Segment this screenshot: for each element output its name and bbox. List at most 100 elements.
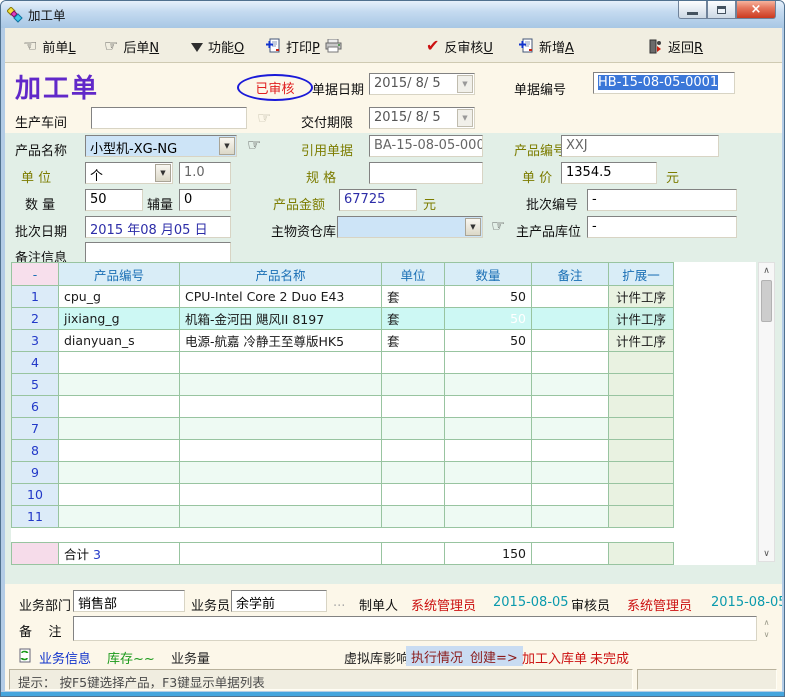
table-cell[interactable]: 电源-航嘉 冷静王至尊版HK5 [180, 330, 382, 352]
table-cell[interactable] [180, 462, 382, 484]
row-number[interactable]: 7 [12, 418, 59, 440]
table-cell[interactable] [532, 396, 609, 418]
table-cell[interactable]: 计件工序 [609, 330, 674, 352]
row-number[interactable]: 11 [12, 506, 59, 528]
table-cell[interactable] [532, 352, 609, 374]
table-cell[interactable] [59, 352, 180, 374]
table-cell[interactable] [609, 352, 674, 374]
deliver-date-combo[interactable]: 2015/ 8/ 5▼ [369, 107, 475, 129]
batch-no-input[interactable]: - [587, 189, 737, 211]
row-number[interactable]: 2 [12, 308, 59, 330]
table-cell[interactable]: CPU-Intel Core 2 Duo E43 [180, 286, 382, 308]
table-cell[interactable] [382, 418, 445, 440]
table-cell[interactable] [445, 462, 532, 484]
row-number[interactable]: 10 [12, 484, 59, 506]
table-cell[interactable] [532, 462, 609, 484]
chevron-down-icon[interactable]: ▼ [457, 109, 473, 127]
table-cell[interactable]: cpu_g [59, 286, 180, 308]
close-button[interactable]: × [736, 1, 776, 19]
table-cell[interactable] [382, 396, 445, 418]
ref-doc-input[interactable]: BA-15-08-05-0001 [369, 135, 483, 157]
scrollbar-thumb[interactable] [761, 280, 772, 322]
table-cell[interactable]: 套 [382, 308, 445, 330]
next-doc-button[interactable]: ☞ 后单N [104, 35, 159, 57]
table-cell[interactable] [59, 440, 180, 462]
exec-status-button[interactable]: 执行情况 [406, 646, 468, 666]
table-cell[interactable]: 50 [445, 330, 532, 352]
row-number[interactable]: 6 [12, 396, 59, 418]
hand-picker-icon[interactable]: ☞ [247, 137, 261, 153]
table-cell[interactable] [180, 374, 382, 396]
table-cell[interactable] [59, 462, 180, 484]
product-name-combo[interactable]: 小型机-XG-NG▼ [85, 135, 237, 157]
table-cell[interactable] [532, 286, 609, 308]
table-cell[interactable] [180, 352, 382, 374]
return-button[interactable]: 返回R [649, 35, 703, 57]
scroll-down-icon[interactable]: ∨ [764, 630, 770, 639]
batch-date-input[interactable]: 2015 年08 月05 日 [85, 216, 231, 238]
table-cell[interactable]: 套 [382, 330, 445, 352]
table-cell[interactable] [59, 506, 180, 528]
amount-input[interactable]: 67725 [339, 189, 417, 211]
qty-input[interactable]: 50 [85, 189, 143, 211]
table-cell[interactable] [609, 462, 674, 484]
table-cell[interactable] [180, 440, 382, 462]
workshop-input[interactable] [91, 107, 247, 129]
chevron-down-icon[interactable]: ▼ [155, 164, 171, 182]
table-cell[interactable] [609, 484, 674, 506]
titlebar[interactable]: 加工单 × [1, 1, 784, 28]
table-cell[interactable] [532, 308, 609, 330]
table-cell-selected[interactable]: 50 [445, 308, 532, 330]
table-cell[interactable] [609, 506, 674, 528]
unit-factor-input[interactable]: 1.0 [179, 162, 231, 184]
table-cell[interactable] [445, 374, 532, 396]
row-number[interactable]: 5 [12, 374, 59, 396]
price-input[interactable]: 1354.5 [561, 162, 657, 184]
table-cell[interactable] [180, 418, 382, 440]
header-cell[interactable]: - [12, 263, 59, 286]
aux-qty-input[interactable]: 0 [179, 189, 231, 211]
header-cell[interactable]: 数量 [445, 263, 532, 286]
table-cell[interactable] [532, 374, 609, 396]
table-cell[interactable]: dianyuan_s [59, 330, 180, 352]
table-cell[interactable]: 50 [445, 286, 532, 308]
table-cell[interactable] [532, 506, 609, 528]
table-cell[interactable] [532, 330, 609, 352]
table-cell[interactable] [532, 418, 609, 440]
header-cell[interactable]: 备注 [532, 263, 609, 286]
warehouse-combo[interactable]: ▼ [337, 216, 483, 238]
functions-button[interactable]: 功能O [191, 35, 244, 57]
doc-no-input[interactable]: HB-15-08-05-0001 [593, 72, 735, 94]
table-cell[interactable] [445, 396, 532, 418]
table-cell[interactable] [445, 352, 532, 374]
table-cell[interactable] [382, 352, 445, 374]
product-code-input[interactable]: XXJ [561, 135, 719, 157]
chevron-down-icon[interactable]: ▼ [457, 75, 473, 93]
note-scrollbar[interactable]: ∧∨ [759, 616, 774, 641]
table-cell[interactable] [59, 418, 180, 440]
table-cell[interactable] [445, 440, 532, 462]
header-cell[interactable]: 产品编号 [59, 263, 180, 286]
table-cell[interactable]: 机箱-金河田 飓风II 8197 [180, 308, 382, 330]
table-cell[interactable]: 套 [382, 286, 445, 308]
row-number[interactable]: 1 [12, 286, 59, 308]
table-cell[interactable] [382, 374, 445, 396]
table-cell[interactable] [532, 484, 609, 506]
table-cell[interactable] [180, 484, 382, 506]
table-cell[interactable] [59, 484, 180, 506]
hand-picker-icon[interactable]: ☞ [491, 218, 505, 234]
table-cell[interactable] [445, 484, 532, 506]
scroll-down-icon[interactable]: ∨ [759, 546, 774, 561]
row-number[interactable]: 8 [12, 440, 59, 462]
prev-doc-button[interactable]: ☜ 前单L [23, 35, 76, 57]
more-button[interactable]: ... [333, 595, 345, 610]
header-cell[interactable]: 单位 [382, 263, 445, 286]
table-cell[interactable] [180, 506, 382, 528]
table-cell[interactable] [59, 396, 180, 418]
print-button[interactable]: 打印P [266, 35, 342, 57]
table-cell[interactable] [382, 484, 445, 506]
chevron-down-icon[interactable]: ▼ [465, 218, 481, 236]
table-scrollbar[interactable]: ∧ ∨ [758, 262, 775, 562]
add-new-button[interactable]: 新增A [519, 35, 574, 57]
table-cell[interactable] [609, 440, 674, 462]
